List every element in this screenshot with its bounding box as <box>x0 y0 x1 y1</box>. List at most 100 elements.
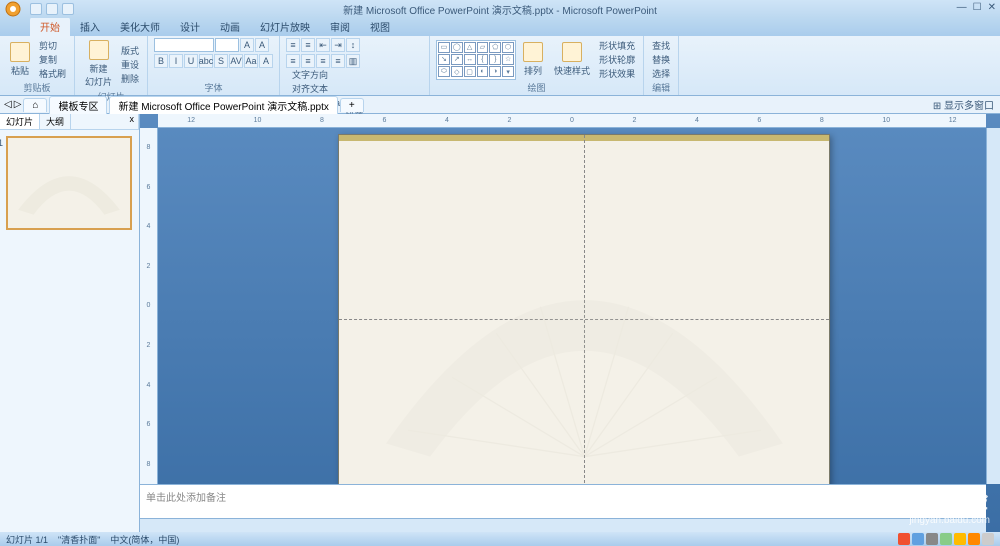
fan-background-art <box>364 245 805 466</box>
justify-icon[interactable]: ≡ <box>331 54 345 68</box>
templates-tab[interactable]: 模板专区 <box>49 96 107 114</box>
ruler-horizontal: 12108642024681012 <box>158 114 986 128</box>
align-center-icon[interactable]: ≡ <box>301 54 315 68</box>
font-size-combo[interactable] <box>215 38 239 52</box>
case-button[interactable]: Aa <box>244 54 258 68</box>
select-button[interactable]: 选择 <box>650 67 672 80</box>
italic-button[interactable]: I <box>169 54 183 68</box>
shape-effects-button[interactable]: 形状效果 <box>597 67 637 80</box>
qat-undo-icon[interactable] <box>46 3 58 15</box>
thumbnail-list <box>0 130 139 532</box>
slide-viewport[interactable] <box>158 128 986 484</box>
tray-icon[interactable] <box>954 533 966 545</box>
group-clipboard: 粘贴 剪切 复制 格式刷 剪贴板 <box>0 36 75 95</box>
font-family-combo[interactable] <box>154 38 214 52</box>
tray-icon[interactable] <box>898 533 910 545</box>
group-drawing: ▭◯△▱⬠⬡ ↘↗↔{}☆ ⬭◇▢◐◑▾ 排列 快速样式 形状填充 形状轮廓 形… <box>430 36 644 95</box>
slide-canvas[interactable] <box>338 134 830 484</box>
notes-pane[interactable]: 单击此处添加备注 <box>140 484 986 518</box>
bullets-icon[interactable]: ≡ <box>286 38 300 52</box>
quick-access-toolbar <box>30 3 74 15</box>
minimize-icon[interactable]: — <box>957 2 967 13</box>
tab-review[interactable]: 审阅 <box>320 17 360 36</box>
status-theme: "清香扑面" <box>58 533 100 546</box>
window-title: 新建 Microsoft Office PowerPoint 演示文稿.pptx… <box>343 2 657 17</box>
multiwindow-link[interactable]: ⊞ 显示多窗口 <box>933 97 994 112</box>
replace-button[interactable]: 替换 <box>650 53 672 66</box>
tray-icon[interactable] <box>912 533 924 545</box>
arrange-icon <box>523 42 543 62</box>
new-tab-button[interactable]: + <box>340 98 364 112</box>
tab-beautify[interactable]: 美化大师 <box>110 17 170 36</box>
shrink-font-icon[interactable]: A <box>255 38 269 52</box>
qat-save-icon[interactable] <box>30 3 42 15</box>
align-text-button[interactable]: 对齐文本 <box>290 82 423 95</box>
maximize-icon[interactable]: ☐ <box>973 2 982 13</box>
tab-insert[interactable]: 插入 <box>70 17 110 36</box>
align-left-icon[interactable]: ≡ <box>286 54 300 68</box>
tab-view[interactable]: 视图 <box>360 17 400 36</box>
panel-close-icon[interactable]: x <box>126 114 140 129</box>
tray-icon[interactable] <box>940 533 952 545</box>
tray-icon[interactable] <box>968 533 980 545</box>
tab-slideshow[interactable]: 幻灯片放映 <box>250 17 320 36</box>
layout-button[interactable]: 版式 <box>119 44 141 57</box>
text-direction-button[interactable]: 文字方向 <box>290 68 423 81</box>
copy-button[interactable]: 复制 <box>37 53 68 66</box>
arrange-button[interactable]: 排列 <box>519 40 547 79</box>
panel-tab-slides[interactable]: 幻灯片 <box>0 114 40 129</box>
status-language[interactable]: 中文(简体，中国) <box>110 533 179 546</box>
tray-icon[interactable] <box>982 533 994 545</box>
paste-icon <box>10 42 30 62</box>
bold-button[interactable]: B <box>154 54 168 68</box>
ruler-vertical: 864202468 <box>140 128 158 484</box>
document-tab-strip: ◁ ▷ ⌂ 模板专区 新建 Microsoft Office PowerPoin… <box>0 96 1000 114</box>
nav-fwd-icon[interactable]: ▷ <box>14 99 22 110</box>
shape-fill-button[interactable]: 形状填充 <box>597 39 637 52</box>
reset-button[interactable]: 重设 <box>119 58 141 71</box>
slide-thumbnail[interactable] <box>6 136 132 230</box>
indent-inc-icon[interactable]: ⇥ <box>331 38 345 52</box>
new-slide-icon <box>89 40 109 60</box>
delete-slide-button[interactable]: 删除 <box>119 72 141 85</box>
shapes-gallery[interactable]: ▭◯△▱⬠⬡ ↘↗↔{}☆ ⬭◇▢◐◑▾ <box>436 40 516 80</box>
window-controls: — ☐ ✕ <box>957 2 996 13</box>
shape-outline-button[interactable]: 形状轮廓 <box>597 53 637 66</box>
columns-icon[interactable]: ▥ <box>346 54 360 68</box>
strike-button[interactable]: abc <box>199 54 213 68</box>
spacing-button[interactable]: AV <box>229 54 243 68</box>
paste-button[interactable]: 粘贴 <box>6 40 34 79</box>
font-color-button[interactable]: A <box>259 54 273 68</box>
canvas-area: 12108642024681012 864202468 单击此处添加备注 <box>140 114 1000 532</box>
title-bar: 新建 Microsoft Office PowerPoint 演示文稿.pptx… <box>0 0 1000 18</box>
group-label: 剪贴板 <box>6 81 68 94</box>
new-slide-button[interactable]: 新建 幻灯片 <box>81 38 116 90</box>
home-tab[interactable]: ⌂ <box>23 98 47 112</box>
tab-home[interactable]: 开始 <box>30 17 70 36</box>
group-label: 编辑 <box>650 81 672 94</box>
scrollbar-vertical[interactable] <box>986 128 1000 484</box>
grow-font-icon[interactable]: A <box>240 38 254 52</box>
tab-design[interactable]: 设计 <box>170 17 210 36</box>
numbering-icon[interactable]: ≡ <box>301 38 315 52</box>
tray-icon[interactable] <box>926 533 938 545</box>
cut-button[interactable]: 剪切 <box>37 39 68 52</box>
close-icon[interactable]: ✕ <box>988 2 996 13</box>
qat-redo-icon[interactable] <box>62 3 74 15</box>
line-spacing-icon[interactable]: ↕ <box>346 38 360 52</box>
file-tab[interactable]: 新建 Microsoft Office PowerPoint 演示文稿.pptx <box>109 96 337 114</box>
format-painter-button[interactable]: 格式刷 <box>37 67 68 80</box>
tab-animations[interactable]: 动画 <box>210 17 250 36</box>
quick-styles-button[interactable]: 快速样式 <box>550 40 594 79</box>
group-slides: 新建 幻灯片 版式 重设 删除 幻灯片 <box>75 36 148 95</box>
ribbon-tab-strip: 开始 插入 美化大师 设计 动画 幻灯片放映 审阅 视图 <box>0 18 1000 36</box>
scrollbar-horizontal[interactable] <box>140 518 986 532</box>
align-right-icon[interactable]: ≡ <box>316 54 330 68</box>
office-button[interactable] <box>0 0 26 18</box>
indent-dec-icon[interactable]: ⇤ <box>316 38 330 52</box>
nav-back-icon[interactable]: ◁ <box>4 99 12 110</box>
find-button[interactable]: 查找 <box>650 39 672 52</box>
shadow-button[interactable]: S <box>214 54 228 68</box>
panel-tab-outline[interactable]: 大纲 <box>40 114 71 129</box>
underline-button[interactable]: U <box>184 54 198 68</box>
